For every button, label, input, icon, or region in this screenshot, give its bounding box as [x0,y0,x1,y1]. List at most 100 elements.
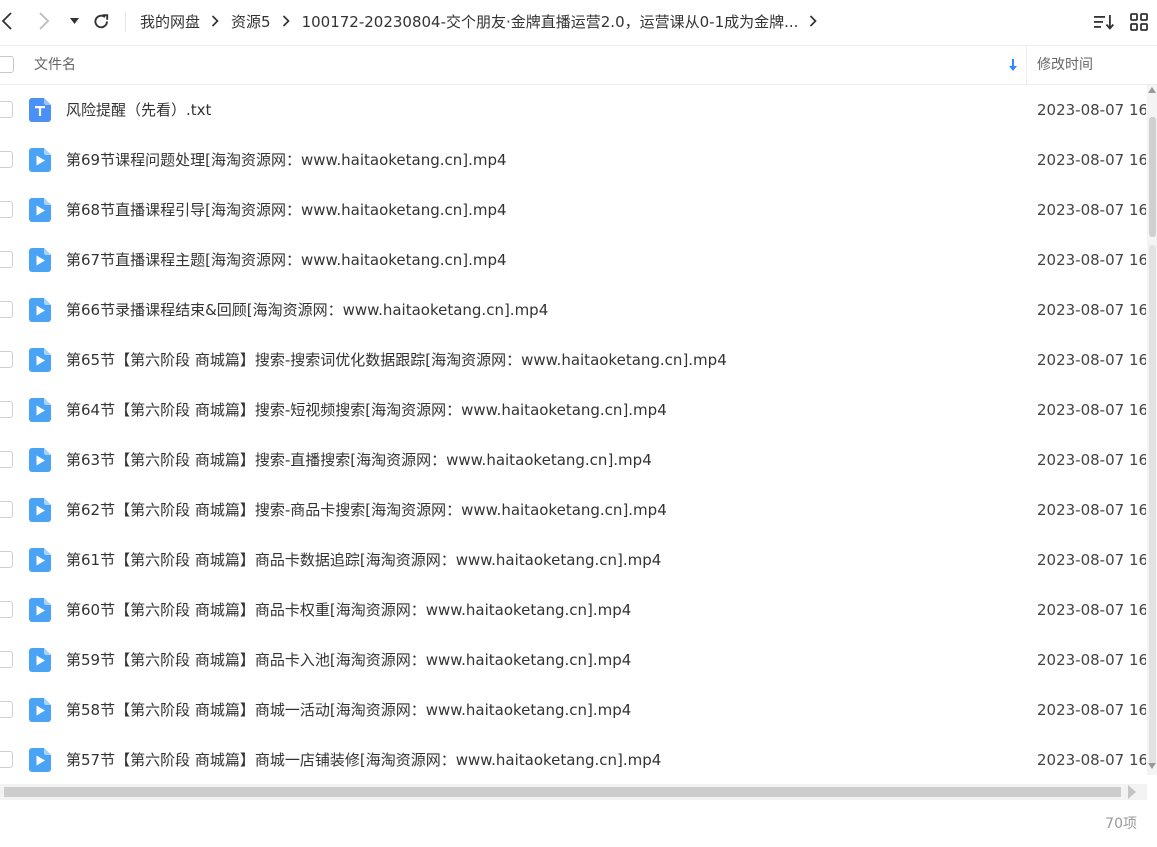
vertical-scroll-thumb[interactable] [1149,117,1156,237]
file-modified-time: 2023-08-07 16 [1037,651,1146,669]
scroll-down-arrow-icon[interactable] [1148,763,1156,769]
scroll-up-arrow-icon[interactable] [1148,87,1156,93]
refresh-button[interactable] [89,6,113,36]
file-row[interactable]: 风险提醒（先看）.txt 2023-08-07 16 [0,85,1146,135]
status-bar: 70项 [0,801,1157,841]
video-file-icon [29,748,51,772]
file-row[interactable]: 第59节【第六阶段 商城篇】商品卡入池[海淘资源网：www.haitaoketa… [0,635,1146,685]
file-modified-time: 2023-08-07 16 [1037,551,1146,569]
column-resize-handle[interactable] [1026,46,1027,84]
file-row[interactable]: 第61节【第六阶段 商城篇】商品卡数据追踪[海淘资源网：www.haitaoke… [0,535,1146,585]
file-modified-time: 2023-08-07 16 [1037,251,1146,269]
video-file-icon [29,448,51,472]
file-modified-time: 2023-08-07 16 [1037,451,1146,469]
file-row[interactable]: 第69节课程问题处理[海淘资源网：www.haitaoketang.cn].mp… [0,135,1146,185]
breadcrumb-item-current-folder[interactable]: 100172-20230804-交个朋友·金牌直播运营2.0，运营课从0-1成为… [302,11,799,32]
file-checkbox[interactable] [0,151,13,168]
text-file-icon [29,98,51,122]
grid-view-button[interactable] [1127,10,1151,34]
file-row[interactable]: 第68节直播课程引导[海淘资源网：www.haitaoketang.cn].mp… [0,185,1146,235]
file-checkbox[interactable] [0,201,13,218]
column-header-name[interactable]: 文件名 [34,46,76,84]
sort-button[interactable] [1092,10,1116,34]
forward-button[interactable] [33,6,55,36]
chevron-right-icon[interactable] [809,15,818,27]
video-file-icon [29,148,51,172]
horizontal-scrollbar[interactable] [0,784,1147,800]
scroll-right-arrow-icon[interactable] [1127,785,1137,799]
video-file-icon [29,698,51,722]
sort-arrow-down-icon[interactable] [1006,57,1020,73]
chevron-right-icon [39,12,50,30]
file-checkbox[interactable] [0,451,13,468]
video-file-icon [29,348,51,372]
vertical-scroll-track[interactable] [1149,245,1156,765]
file-modified-time: 2023-08-07 16 [1037,101,1146,119]
file-modified-time: 2023-08-07 16 [1037,501,1146,519]
history-dropdown-button[interactable] [66,6,82,36]
file-row[interactable]: 第60节【第六阶段 商城篇】商品卡权重[海淘资源网：www.haitaoketa… [0,585,1146,635]
breadcrumb: 我的网盘 资源5 100172-20230804-交个朋友·金牌直播运营2.0，… [140,0,829,42]
toolbar-divider [125,12,126,32]
file-checkbox[interactable] [0,551,13,568]
file-checkbox[interactable] [0,701,13,718]
file-name[interactable]: 第61节【第六阶段 商城篇】商品卡数据追踪[海淘资源网：www.haitaoke… [66,535,661,585]
file-row[interactable]: 第65节【第六阶段 商城篇】搜索-搜索词优化数据跟踪[海淘资源网：www.hai… [0,335,1146,385]
file-checkbox[interactable] [0,401,13,418]
file-name[interactable]: 第62节【第六阶段 商城篇】搜索-商品卡搜索[海淘资源网：www.haitaok… [66,485,667,535]
video-file-icon [29,598,51,622]
file-row[interactable]: 第64节【第六阶段 商城篇】搜索-短视频搜索[海淘资源网：www.haitaok… [0,385,1146,435]
file-row[interactable]: 第57节【第六阶段 商城篇】商城一店铺装修[海淘资源网：www.haitaoke… [0,735,1146,785]
video-file-icon [29,248,51,272]
file-row[interactable]: 第62节【第六阶段 商城篇】搜索-商品卡搜索[海淘资源网：www.haitaok… [0,485,1146,535]
file-name[interactable]: 第66节录播课程结束&回顾[海淘资源网：www.haitaoketang.cn]… [66,285,548,335]
file-name[interactable]: 第64节【第六阶段 商城篇】搜索-短视频搜索[海淘资源网：www.haitaok… [66,385,667,435]
breadcrumb-item-resource5[interactable]: 资源5 [231,11,271,32]
chevron-right-icon [211,15,219,27]
file-modified-time: 2023-08-07 16 [1037,351,1146,369]
file-checkbox[interactable] [0,251,13,268]
file-name[interactable]: 第59节【第六阶段 商城篇】商品卡入池[海淘资源网：www.haitaoketa… [66,635,631,685]
horizontal-scroll-thumb[interactable] [4,787,1121,797]
toolbar: 我的网盘 资源5 100172-20230804-交个朋友·金牌直播运营2.0，… [0,0,1157,44]
file-name[interactable]: 第67节直播课程主题[海淘资源网：www.haitaoketang.cn].mp… [66,235,507,285]
chevron-left-icon [1,12,12,30]
back-button[interactable] [0,6,18,36]
file-name[interactable]: 第57节【第六阶段 商城篇】商城一店铺装修[海淘资源网：www.haitaoke… [66,735,661,785]
file-modified-time: 2023-08-07 16 [1037,601,1146,619]
file-modified-time: 2023-08-07 16 [1037,201,1146,219]
caret-down-icon [69,18,79,24]
file-checkbox[interactable] [0,651,13,668]
file-name[interactable]: 第65节【第六阶段 商城篇】搜索-搜索词优化数据跟踪[海淘资源网：www.hai… [66,335,727,385]
file-modified-time: 2023-08-07 16 [1037,701,1146,719]
file-checkbox[interactable] [0,501,13,518]
file-modified-time: 2023-08-07 16 [1037,751,1146,769]
file-checkbox[interactable] [0,101,13,118]
video-file-icon [29,398,51,422]
file-name[interactable]: 第60节【第六阶段 商城篇】商品卡权重[海淘资源网：www.haitaoketa… [66,585,631,635]
file-name[interactable]: 风险提醒（先看）.txt [66,85,211,135]
vertical-scrollbar[interactable] [1147,85,1157,775]
file-checkbox[interactable] [0,351,13,368]
file-row[interactable]: 第66节录播课程结束&回顾[海淘资源网：www.haitaoketang.cn]… [0,285,1146,335]
file-modified-time: 2023-08-07 16 [1037,301,1146,319]
sort-icon [1094,15,1114,30]
file-name[interactable]: 第68节直播课程引导[海淘资源网：www.haitaoketang.cn].mp… [66,185,507,235]
file-name[interactable]: 第69节课程问题处理[海淘资源网：www.haitaoketang.cn].mp… [66,135,507,185]
file-row[interactable]: 第67节直播课程主题[海淘资源网：www.haitaoketang.cn].mp… [0,235,1146,285]
file-row[interactable]: 第58节【第六阶段 商城篇】商城一活动[海淘资源网：www.haitaoketa… [0,685,1146,735]
grid-view-icon [1130,13,1148,31]
file-name[interactable]: 第58节【第六阶段 商城篇】商城一活动[海淘资源网：www.haitaoketa… [66,685,631,735]
breadcrumb-item-my-disk[interactable]: 我的网盘 [140,11,200,32]
file-checkbox[interactable] [0,751,13,768]
file-checkbox[interactable] [0,601,13,618]
file-list-header: 文件名 修改时间 [0,45,1157,85]
chevron-right-icon [282,15,290,27]
file-row[interactable]: 第63节【第六阶段 商城篇】搜索-直播搜索[海淘资源网：www.haitaoke… [0,435,1146,485]
item-count: 70项 [1105,816,1137,832]
column-header-modified-time[interactable]: 修改时间 [1037,46,1093,84]
file-checkbox[interactable] [0,301,13,318]
video-file-icon [29,198,51,222]
file-name[interactable]: 第63节【第六阶段 商城篇】搜索-直播搜索[海淘资源网：www.haitaoke… [66,435,652,485]
select-all-checkbox[interactable] [0,56,14,73]
